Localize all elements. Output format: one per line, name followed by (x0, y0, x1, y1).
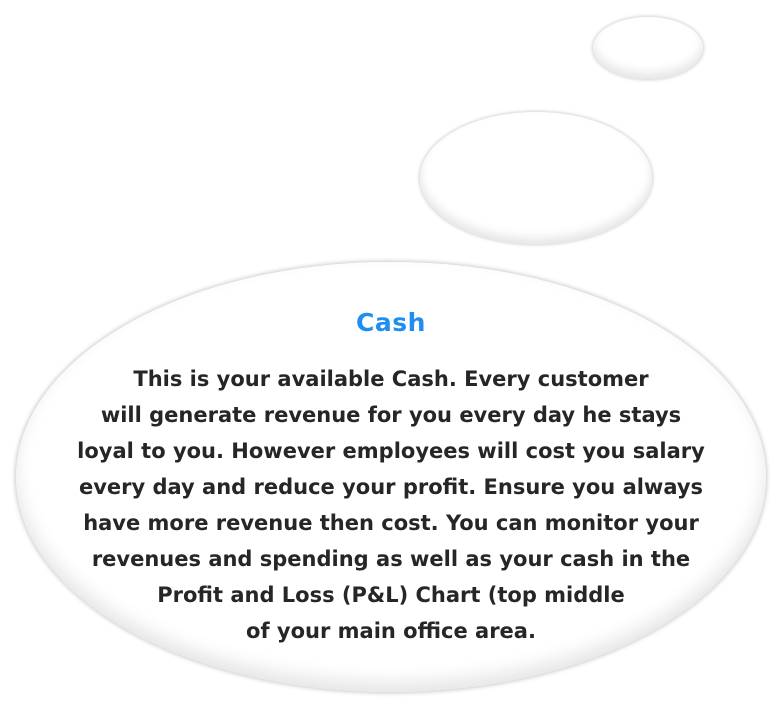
tooltip-body-line: loyal to you. However employees will cos… (77, 439, 705, 463)
tooltip-title: Cash (356, 308, 426, 337)
tooltip-body-line: This is your available Cash. Every custo… (133, 367, 649, 391)
thought-bubble-tooltip: Cash This is your available Cash. Every … (0, 0, 781, 711)
tooltip-body-line: have more revenue then cost. You can mon… (83, 511, 699, 535)
tooltip-body-line: of your main office area. (246, 619, 536, 643)
tooltip-body: This is your available Cash. Every custo… (56, 361, 726, 649)
tooltip-body-line: Profit and Loss (P&L) Chart (top middle (157, 583, 625, 607)
tooltip-body-line: every day and reduce your profit. Ensure… (78, 475, 704, 499)
medium-thought-bubble (420, 112, 652, 244)
tooltip-body-line: will generate revenue for you every day … (100, 403, 682, 427)
small-thought-bubble (593, 17, 703, 79)
tooltip-body-line: revenues and spending as well as your ca… (91, 547, 691, 571)
